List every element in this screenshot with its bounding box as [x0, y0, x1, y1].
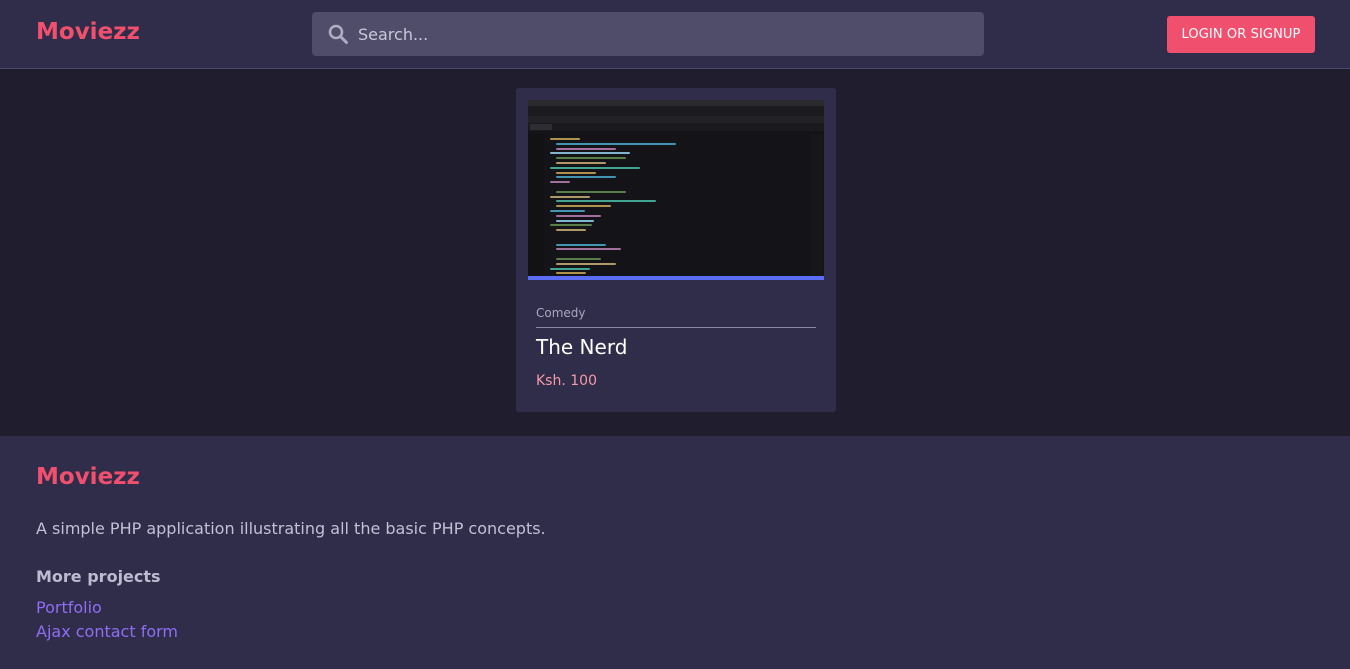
code-line: [550, 152, 630, 155]
thumbnail-statusbar: [528, 276, 824, 280]
code-line: [556, 200, 656, 203]
code-line: [556, 262, 616, 265]
movie-price: Ksh. 100: [536, 373, 597, 389]
code-line: [550, 166, 640, 169]
code-line: [556, 229, 586, 232]
code-line: [556, 243, 606, 246]
thumbnail-minimap: [811, 134, 823, 276]
movie-card[interactable]: Comedy The Nerd Ksh. 100: [516, 88, 836, 412]
code-line: [550, 267, 590, 270]
code-line: [556, 219, 594, 222]
code-line: [556, 176, 616, 179]
code-line: [556, 190, 626, 193]
thumbnail-menubar: [528, 116, 824, 123]
card-divider: [536, 327, 816, 328]
thumbnail-tabsbar: [528, 123, 824, 131]
movie-title[interactable]: The Nerd: [536, 335, 627, 359]
code-line: [556, 258, 601, 260]
ajax-contact-form-link[interactable]: Ajax contact form: [36, 622, 178, 641]
footer-description: A simple PHP application illustrating al…: [36, 519, 546, 538]
thumbnail-gutter: [528, 134, 544, 276]
code-line: [556, 142, 676, 145]
login-signup-button[interactable]: LOGIN OR SIGNUP: [1167, 16, 1315, 53]
code-line: [556, 205, 611, 208]
brand-logo[interactable]: Moviezz: [36, 19, 140, 45]
search-bar[interactable]: [312, 12, 984, 56]
site-header: Moviezz LOGIN OR SIGNUP: [0, 0, 1350, 69]
code-line: [556, 171, 596, 174]
thumbnail-tab: [530, 124, 552, 130]
search-icon: [328, 24, 348, 44]
code-line: [556, 162, 606, 164]
code-line: [556, 272, 586, 275]
code-line: [550, 195, 590, 198]
movie-genre: Comedy: [536, 306, 586, 320]
code-line: [556, 214, 601, 217]
movie-thumbnail[interactable]: [528, 100, 824, 280]
search-input[interactable]: [358, 12, 968, 56]
code-line: [556, 157, 626, 160]
code-line: [550, 181, 570, 184]
code-line: [556, 147, 616, 150]
portfolio-link[interactable]: Portfolio: [36, 598, 102, 617]
thumbnail-titlebar: [528, 106, 824, 116]
code-line: [550, 224, 592, 227]
more-projects-heading: More projects: [36, 567, 161, 586]
code-line: [550, 210, 585, 212]
site-footer: Moviezz A simple PHP application illustr…: [0, 436, 1350, 669]
code-line: [556, 248, 621, 251]
footer-brand: Moviezz: [36, 464, 140, 490]
code-line: [550, 138, 580, 140]
